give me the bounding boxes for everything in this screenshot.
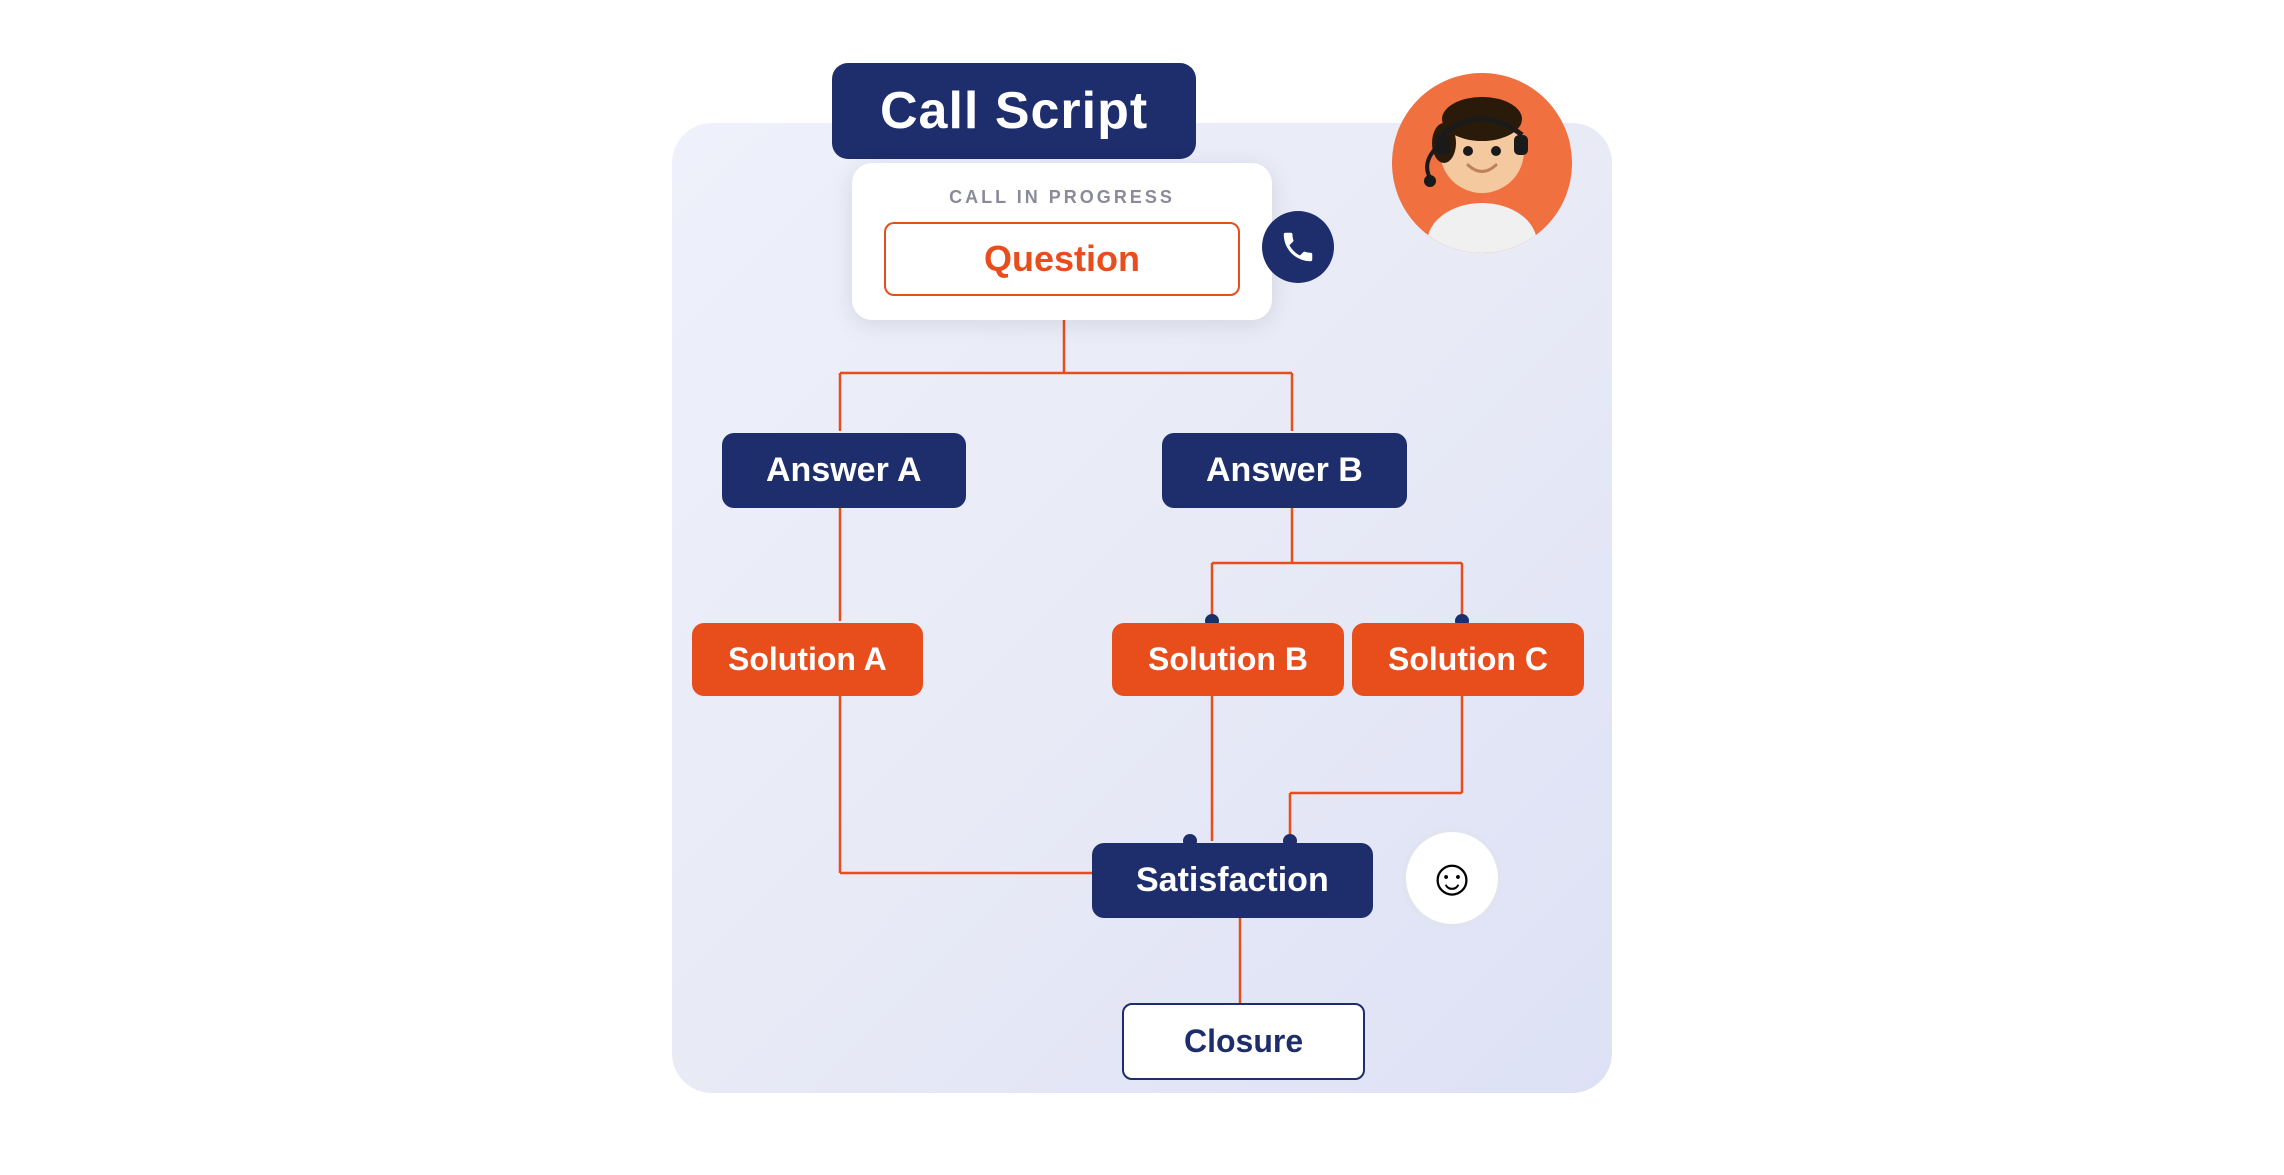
question-label: Question (984, 238, 1140, 279)
solution-a-box: Solution A (692, 623, 923, 696)
call-in-progress-label: CALL IN PROGRESS (884, 187, 1240, 208)
answer-a-box: Answer A (722, 433, 966, 508)
closure-label: Closure (1184, 1023, 1303, 1059)
solution-b-label: Solution B (1148, 641, 1308, 677)
call-script-title-box: Call Script (832, 63, 1196, 159)
answer-b-box: Answer B (1162, 433, 1407, 508)
main-container: Call Script (592, 63, 1692, 1113)
solution-c-box: Solution C (1352, 623, 1584, 696)
smiley-bubble: ☺ (1402, 828, 1502, 928)
call-script-title: Call Script (880, 82, 1148, 140)
satisfaction-label: Satisfaction (1136, 861, 1329, 899)
question-box: Question (884, 222, 1240, 296)
closure-box: Closure (1122, 1003, 1365, 1080)
solution-b-box: Solution B (1112, 623, 1344, 696)
answer-a-label: Answer A (766, 451, 922, 489)
phone-bubble (1262, 211, 1334, 283)
solution-c-label: Solution C (1388, 641, 1548, 677)
answer-b-label: Answer B (1206, 451, 1363, 489)
call-progress-card: CALL IN PROGRESS Question (852, 163, 1272, 320)
agent-avatar (1392, 73, 1572, 253)
phone-icon (1279, 228, 1317, 266)
smiley-icon: ☺ (1425, 848, 1478, 908)
satisfaction-box: Satisfaction (1092, 843, 1373, 918)
solution-a-label: Solution A (728, 641, 887, 677)
